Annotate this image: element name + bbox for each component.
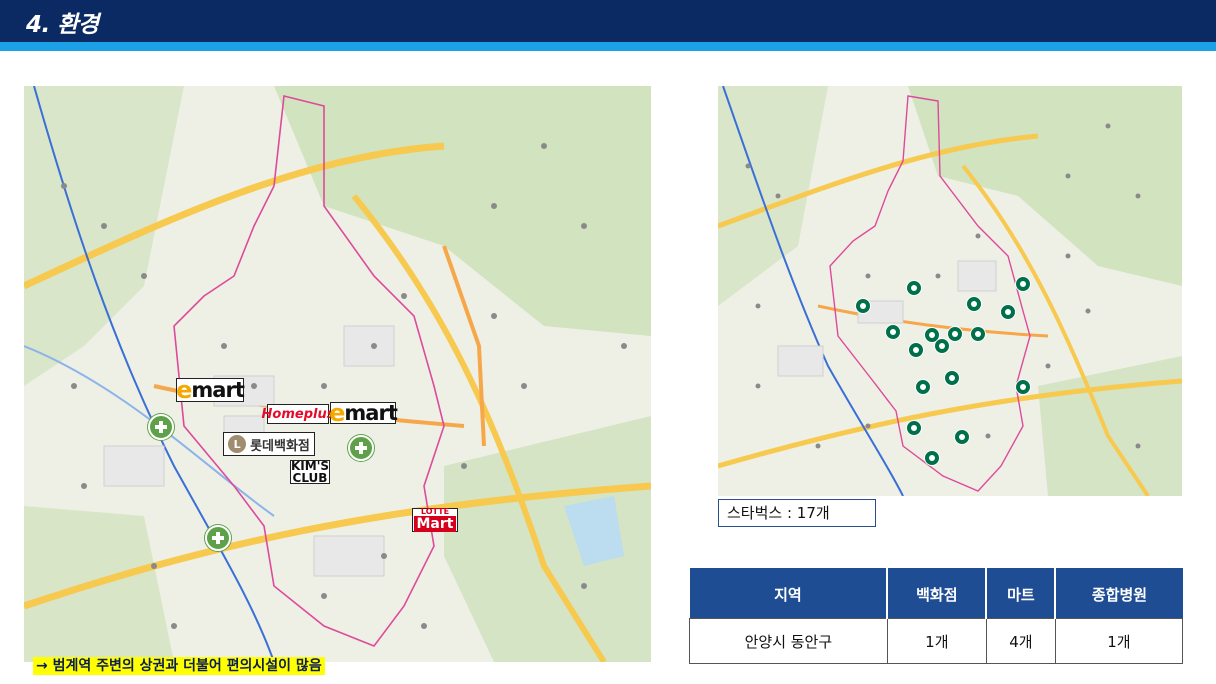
starbucks-icon [947,326,963,342]
hospital-icon-1 [148,414,174,440]
table-header-row: 지역 백화점 마트 종합병원 [689,568,1183,619]
lotte-mart-label-bottom: Mart [413,516,457,532]
starbucks-icon [970,326,986,342]
kims-club-logo: KIM'S CLUB [290,460,330,484]
cell-department-store: 1개 [886,618,987,664]
header-accent-stripe [0,42,1216,51]
starbucks-icon [1015,379,1031,395]
column-header-region: 지역 [689,568,889,619]
facility-table: 지역 백화점 마트 종합병원 안양시 동안구 1개 4개 1개 [689,568,1184,664]
cell-mart: 4개 [985,618,1056,664]
starbucks-icon [906,420,922,436]
starbucks-icon [855,298,871,314]
emart-left-label: mart [191,378,244,402]
starbucks-icon [906,280,922,296]
emart-logo-right: e mart [329,399,398,427]
page-title: 4. 환경 [26,12,99,38]
lotte-emblem-icon: L [228,435,247,453]
column-header-mart: 마트 [986,568,1057,619]
starbucks-icon [944,370,960,386]
summary-note: → 범계역 주변의 상권과 더불어 편의시설이 많음 [33,657,325,675]
starbucks-icon [908,342,924,358]
right-map[interactable] [718,86,1182,496]
lotte-department-store-logo: L 롯데백화점 [223,432,315,456]
hospital-icon-2 [348,435,374,461]
cell-region: 안양시 동안구 [689,618,888,664]
starbucks-count-caption: 스타벅스 : 17개 [718,499,876,527]
kims-label-bottom: CLUB [292,471,328,485]
starbucks-icon [966,296,982,312]
column-header-department-store: 백화점 [887,568,988,619]
starbucks-icon [885,324,901,340]
header-bar: 4. 환경 [0,0,1216,42]
cell-hospital: 1개 [1054,618,1184,664]
lotte-mart-label-top: LOTTE [420,507,450,516]
emart-right-label: mart [344,401,397,425]
left-map[interactable]: e mart Homeplus e mart L 롯데백화점 KIM'S CLUB … [24,86,651,662]
homeplus-logo: Homeplus [262,404,334,424]
lotte-mart-logo: LOTTE Mart [412,508,458,532]
hospital-icon-3 [205,525,231,551]
starbucks-icon [924,450,940,466]
starbucks-icon [934,338,950,354]
left-map-canvas [24,86,651,662]
column-header-hospital: 종합병원 [1055,568,1183,619]
lotte-dept-label: 롯데백화점 [250,438,310,454]
right-map-canvas [718,86,1182,496]
starbucks-icon [954,429,970,445]
emart-logo-left: e mart [176,376,245,404]
starbucks-icon [1015,276,1031,292]
table-row: 안양시 동안구 1개 4개 1개 [689,618,1184,664]
starbucks-icon [915,379,931,395]
starbucks-icon [1000,304,1016,320]
